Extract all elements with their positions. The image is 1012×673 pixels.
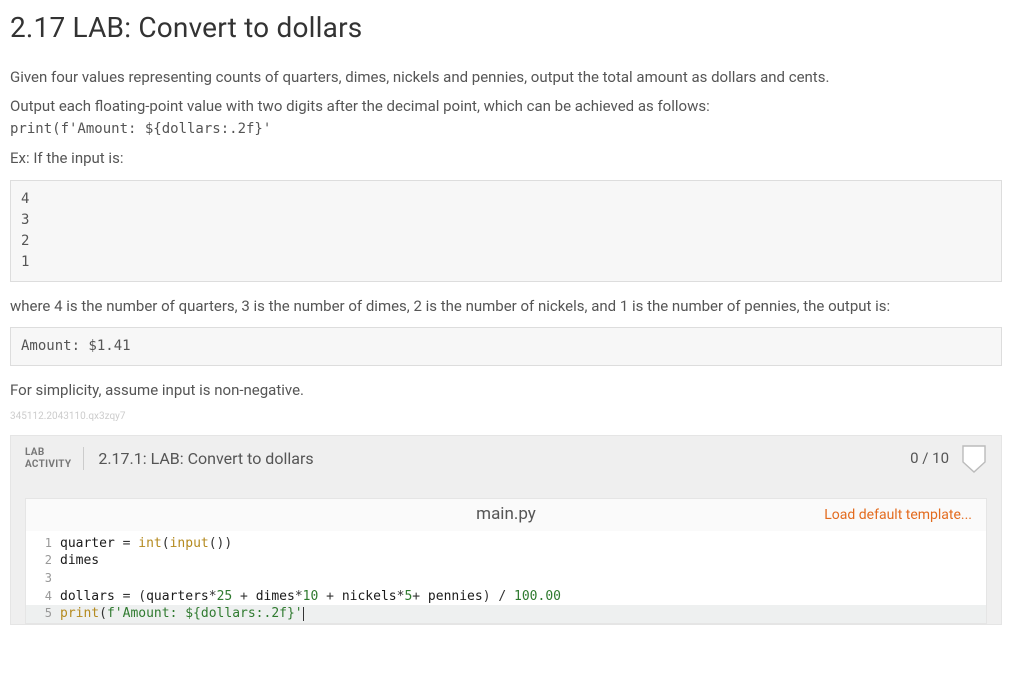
simplicity-note: For simplicity, assume input is non-nega… bbox=[10, 380, 1002, 402]
line-number: 4 bbox=[26, 588, 60, 604]
print-example-code: print(f'Amount: ${dollars:.2f}' bbox=[10, 121, 271, 137]
line-number: 1 bbox=[26, 535, 60, 551]
example-input-block: 4 3 2 1 bbox=[10, 180, 1002, 282]
lab-badge: LAB ACTIVITY bbox=[25, 447, 84, 470]
code-line[interactable]: 4 dollars = (quarters*25 + dimes*10 + ni… bbox=[26, 588, 986, 606]
load-default-template-link[interactable]: Load default template... bbox=[824, 505, 972, 525]
code-area[interactable]: 1 quarter = int(input()) 2 dimes 3 4 dol… bbox=[26, 531, 986, 623]
page-title: 2.17 LAB: Convert to dollars bbox=[10, 8, 1002, 49]
example-label: Ex: If the input is: bbox=[10, 148, 1002, 170]
lab-score: 0 / 10 bbox=[910, 448, 949, 470]
para2-text: Output each floating-point value with tw… bbox=[10, 97, 710, 115]
line-number: 3 bbox=[26, 570, 60, 586]
code-line[interactable]: 5 print(f'Amount: ${dollars:.2f}' bbox=[26, 605, 986, 623]
text-cursor bbox=[303, 607, 304, 621]
code-line[interactable]: 3 bbox=[26, 570, 986, 588]
line-number: 2 bbox=[26, 552, 60, 568]
example-output-block: Amount: $1.41 bbox=[10, 327, 1002, 366]
editor-header: main.py Load default template... bbox=[26, 499, 986, 531]
shield-icon bbox=[961, 444, 987, 474]
code-line[interactable]: 1 quarter = int(input()) bbox=[26, 535, 986, 553]
where-text: where 4 is the number of quarters, 3 is … bbox=[10, 296, 1002, 318]
code-line[interactable]: 2 dimes bbox=[26, 552, 986, 570]
code-editor[interactable]: main.py Load default template... 1 quart… bbox=[25, 498, 987, 624]
lab-activity-title: 2.17.1: LAB: Convert to dollars bbox=[98, 447, 910, 470]
lab-badge-line2: ACTIVITY bbox=[25, 459, 71, 471]
problem-para-1: Given four values representing counts of… bbox=[10, 67, 1002, 89]
problem-para-2: Output each floating-point value with tw… bbox=[10, 96, 1002, 140]
line-number: 5 bbox=[26, 605, 60, 621]
lab-activity-card: LAB ACTIVITY 2.17.1: LAB: Convert to dol… bbox=[10, 435, 1002, 625]
lab-header: LAB ACTIVITY 2.17.1: LAB: Convert to dol… bbox=[11, 436, 1001, 484]
watermark-text: 345112.2043110.qx3zqy7 bbox=[10, 410, 1002, 425]
lab-badge-line1: LAB bbox=[25, 447, 71, 459]
